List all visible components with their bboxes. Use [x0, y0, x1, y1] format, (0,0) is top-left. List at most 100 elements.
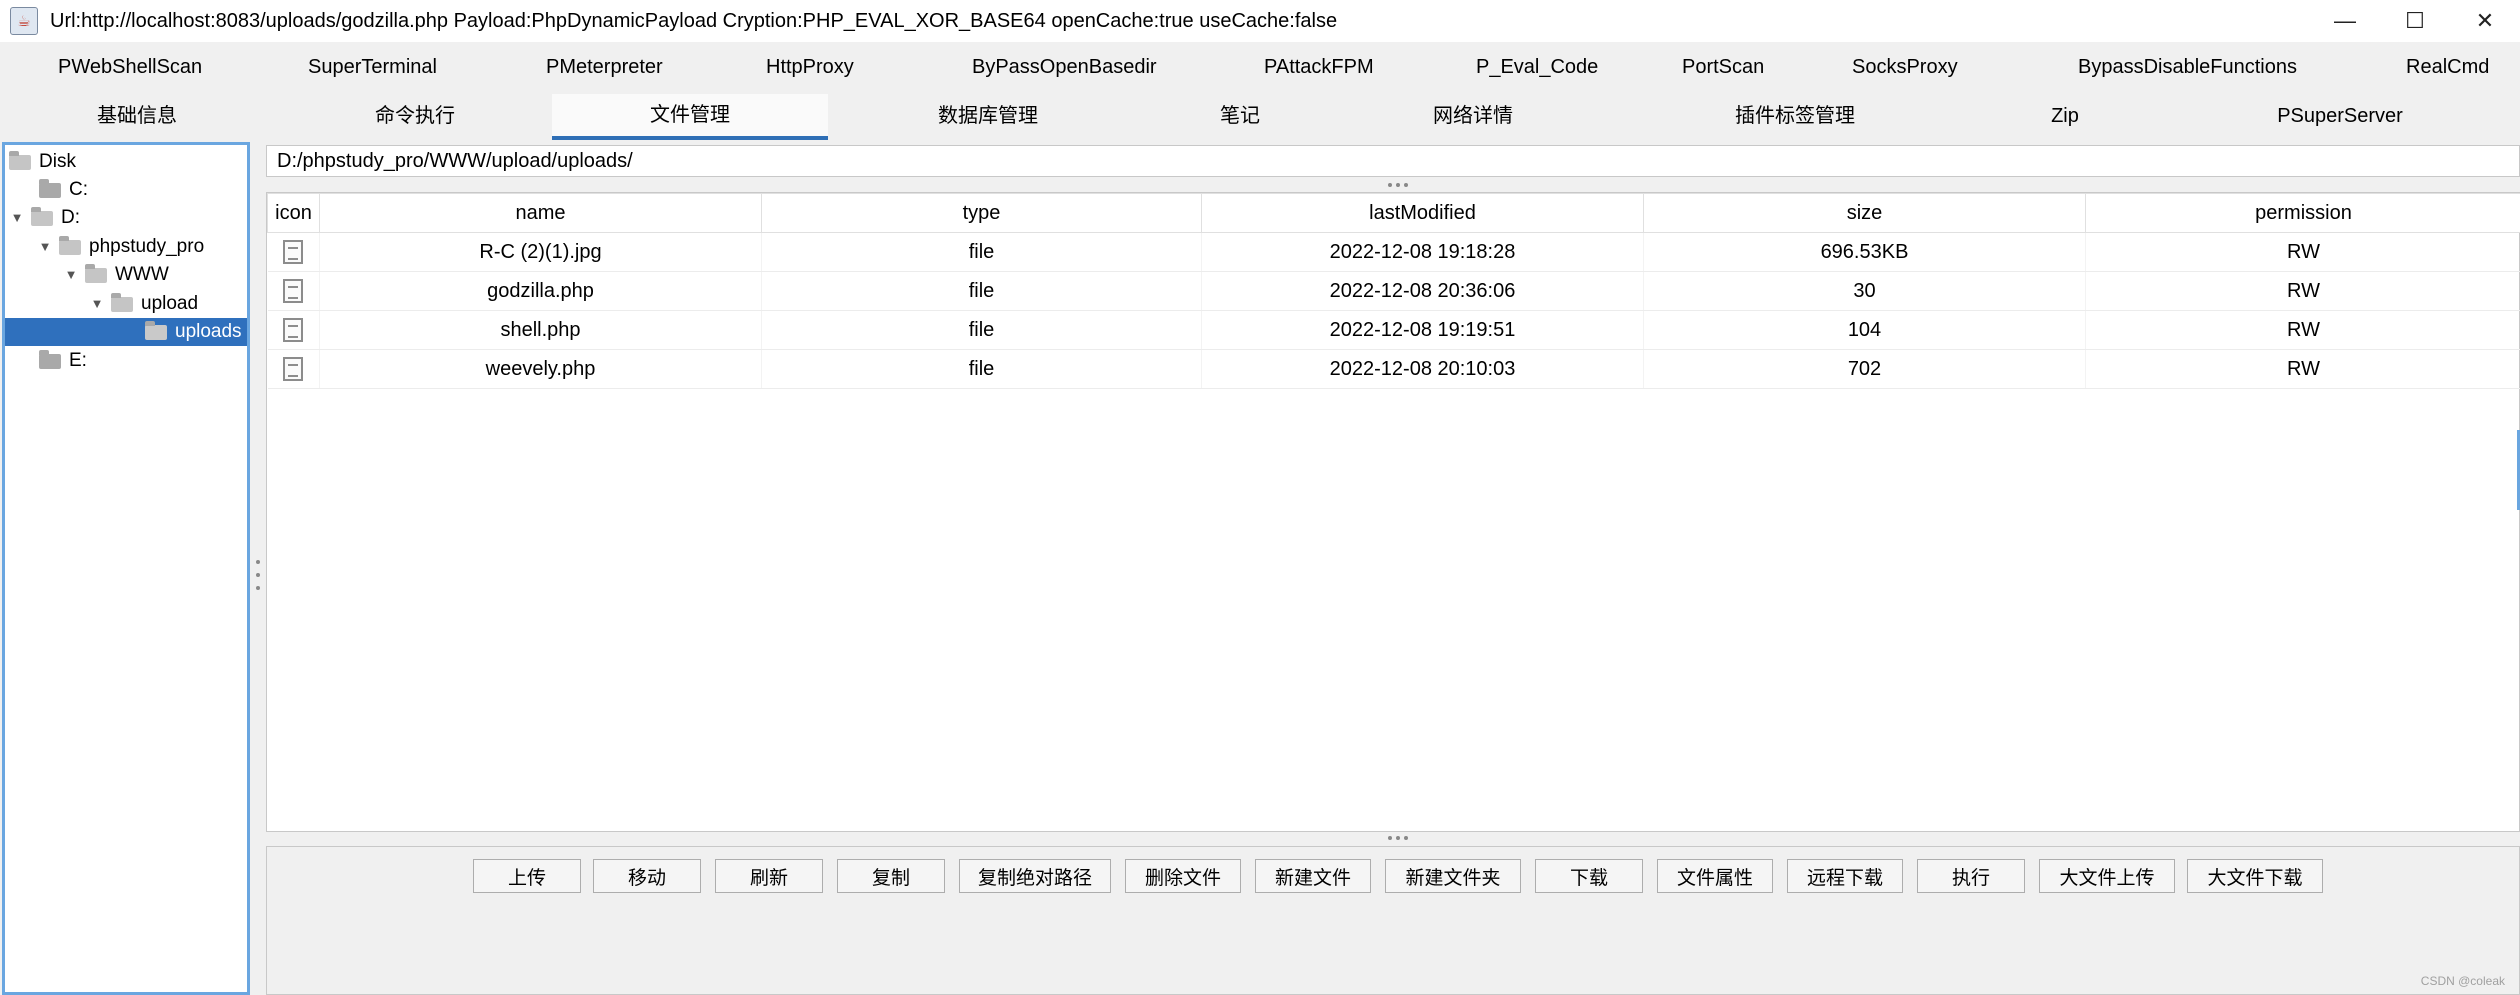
open-folder-icon [9, 150, 31, 170]
window-title: Url:http://localhost:8083/uploads/godzil… [50, 9, 1338, 32]
file-permission: RW [2085, 349, 2520, 389]
java-app-icon: ☕ [10, 7, 38, 35]
window-controls: — ☐ ✕ [2310, 0, 2520, 42]
tab-network-details[interactable]: 网络详情 [1400, 94, 1546, 138]
file-last-modified: 2022-12-08 19:18:28 [1201, 232, 1644, 272]
download-button[interactable]: 下载 [1535, 859, 1643, 893]
action-button-panel: 上传 移动 刷新 复制 复制绝对路径 删除文件 新建文件 新建文件夹 下载 文件… [266, 846, 2520, 995]
column-header-icon[interactable]: icon [267, 193, 320, 233]
column-header-size[interactable]: size [1643, 193, 2086, 233]
tree-node-upload[interactable]: ▼ upload [89, 290, 198, 318]
directory-tree: Disk C: ▼ D: ▼ phpstudy_pro ▼ WWW ▼ uplo… [2, 142, 250, 995]
tab-database-manager[interactable]: 数据库管理 [900, 94, 1076, 138]
tab-socksproxy[interactable]: SocksProxy [1852, 47, 1958, 89]
execute-button[interactable]: 执行 [1917, 859, 2025, 893]
maximize-button[interactable]: ☐ [2380, 0, 2450, 42]
tab-notes[interactable]: 笔记 [1180, 94, 1300, 138]
tree-node-c[interactable]: C: [39, 176, 88, 204]
tree-node-label: uploads [175, 321, 242, 342]
file-size: 104 [1643, 310, 2086, 350]
tab-plugin-tag-manager[interactable]: 插件标签管理 [1700, 94, 1890, 138]
file-icon-cell [267, 232, 320, 272]
file-properties-button[interactable]: 文件属性 [1657, 859, 1773, 893]
tab-pmeterpreter[interactable]: PMeterpreter [546, 47, 663, 89]
watermark: CSDN @coleak [2420, 974, 2505, 988]
tab-psuperserver[interactable]: PSuperServer [2260, 94, 2420, 138]
open-folder-icon [31, 206, 53, 226]
file-icon [283, 240, 304, 264]
file-size: 702 [1643, 349, 2086, 389]
delete-file-button[interactable]: 删除文件 [1125, 859, 1241, 893]
expand-arrow-icon[interactable]: ▼ [37, 233, 53, 261]
expand-arrow-icon[interactable]: ▼ [89, 290, 105, 318]
close-button[interactable]: ✕ [2450, 0, 2520, 42]
file-icon-cell [267, 271, 320, 311]
tree-node-label: D: [61, 207, 80, 228]
file-type: file [761, 349, 1202, 389]
file-last-modified: 2022-12-08 20:36:06 [1201, 271, 1644, 311]
tab-p-eval-code[interactable]: P_Eval_Code [1476, 47, 1598, 89]
tree-node-phpstudy-pro[interactable]: ▼ phpstudy_pro [37, 233, 204, 261]
folder-icon [39, 178, 61, 198]
column-header-lastmodified[interactable]: lastModified [1201, 193, 1644, 233]
table-row[interactable]: R-C (2)(1).jpg file 2022-12-08 19:18:28 … [267, 232, 2520, 272]
remote-download-button[interactable]: 远程下载 [1787, 859, 1903, 893]
move-button[interactable]: 移动 [593, 859, 701, 893]
copy-button[interactable]: 复制 [837, 859, 945, 893]
tree-node-uploads[interactable]: uploads [5, 318, 247, 346]
file-last-modified: 2022-12-08 19:19:51 [1201, 310, 1644, 350]
tab-command-exec[interactable]: 命令执行 [330, 94, 500, 138]
tree-node-e[interactable]: E: [39, 347, 87, 375]
tab-zip[interactable]: Zip [2020, 94, 2110, 138]
tree-node-d[interactable]: ▼ D: [9, 204, 80, 232]
tree-node-label: Disk [39, 151, 76, 172]
tab-file-manager[interactable]: 文件管理 [552, 94, 828, 140]
tree-node-label: phpstudy_pro [89, 236, 205, 257]
large-file-download-button[interactable]: 大文件下载 [2187, 859, 2323, 893]
horizontal-splitter-handle[interactable] [1388, 836, 1408, 840]
tab-realcmd[interactable]: RealCmd [2406, 47, 2489, 89]
folder-icon [145, 320, 167, 340]
table-row[interactable]: weevely.php file 2022-12-08 20:10:03 702… [267, 349, 2520, 389]
file-icon [283, 357, 304, 381]
tab-pattackfpm[interactable]: PAttackFPM [1264, 47, 1374, 89]
tab-superterminal[interactable]: SuperTerminal [308, 47, 437, 89]
refresh-button[interactable]: 刷新 [715, 859, 823, 893]
tab-bypassopenbasedir[interactable]: ByPassOpenBasedir [972, 47, 1157, 89]
plugin-tab-bar: PWebShellScan SuperTerminal PMeterpreter… [0, 47, 2520, 89]
expand-arrow-icon[interactable]: ▼ [9, 204, 25, 232]
upload-button[interactable]: 上传 [473, 859, 581, 893]
tree-node-label: E: [69, 350, 87, 371]
new-file-button[interactable]: 新建文件 [1255, 859, 1371, 893]
table-header-row: icon name type lastModified size permiss… [267, 193, 2520, 233]
tab-basic-info[interactable]: 基础信息 [52, 94, 222, 138]
table-row[interactable]: godzilla.php file 2022-12-08 20:36:06 30… [267, 271, 2520, 311]
tab-pwebshellscan[interactable]: PWebShellScan [58, 47, 202, 89]
open-folder-icon [111, 292, 133, 312]
file-name: godzilla.php [319, 271, 762, 311]
tab-portscan[interactable]: PortScan [1682, 47, 1764, 89]
file-last-modified: 2022-12-08 20:10:03 [1201, 349, 1644, 389]
minimize-button[interactable]: — [2310, 0, 2380, 42]
tree-node-disk[interactable]: Disk [9, 148, 76, 176]
tab-bypassdisablefunctions[interactable]: BypassDisableFunctions [2078, 47, 2297, 89]
copy-absolute-path-button[interactable]: 复制绝对路径 [959, 859, 1111, 893]
tree-node-www[interactable]: ▼ WWW [63, 261, 169, 289]
column-header-permission[interactable]: permission [2085, 193, 2520, 233]
horizontal-splitter-handle[interactable] [1388, 183, 1408, 187]
file-size: 696.53KB [1643, 232, 2086, 272]
column-header-type[interactable]: type [761, 193, 1202, 233]
tab-httpproxy[interactable]: HttpProxy [766, 47, 854, 89]
file-permission: RW [2085, 271, 2520, 311]
expand-arrow-icon[interactable]: ▼ [63, 261, 79, 289]
tree-node-label: WWW [115, 264, 169, 285]
file-permission: RW [2085, 232, 2520, 272]
file-type: file [761, 271, 1202, 311]
large-file-upload-button[interactable]: 大文件上传 [2039, 859, 2175, 893]
new-folder-button[interactable]: 新建文件夹 [1385, 859, 1521, 893]
open-folder-icon [59, 235, 81, 255]
table-row[interactable]: shell.php file 2022-12-08 19:19:51 104 R… [267, 310, 2520, 350]
vertical-splitter-handle[interactable] [254, 560, 262, 590]
path-input[interactable]: D:/phpstudy_pro/WWW/upload/uploads/ [266, 145, 2520, 177]
column-header-name[interactable]: name [319, 193, 762, 233]
